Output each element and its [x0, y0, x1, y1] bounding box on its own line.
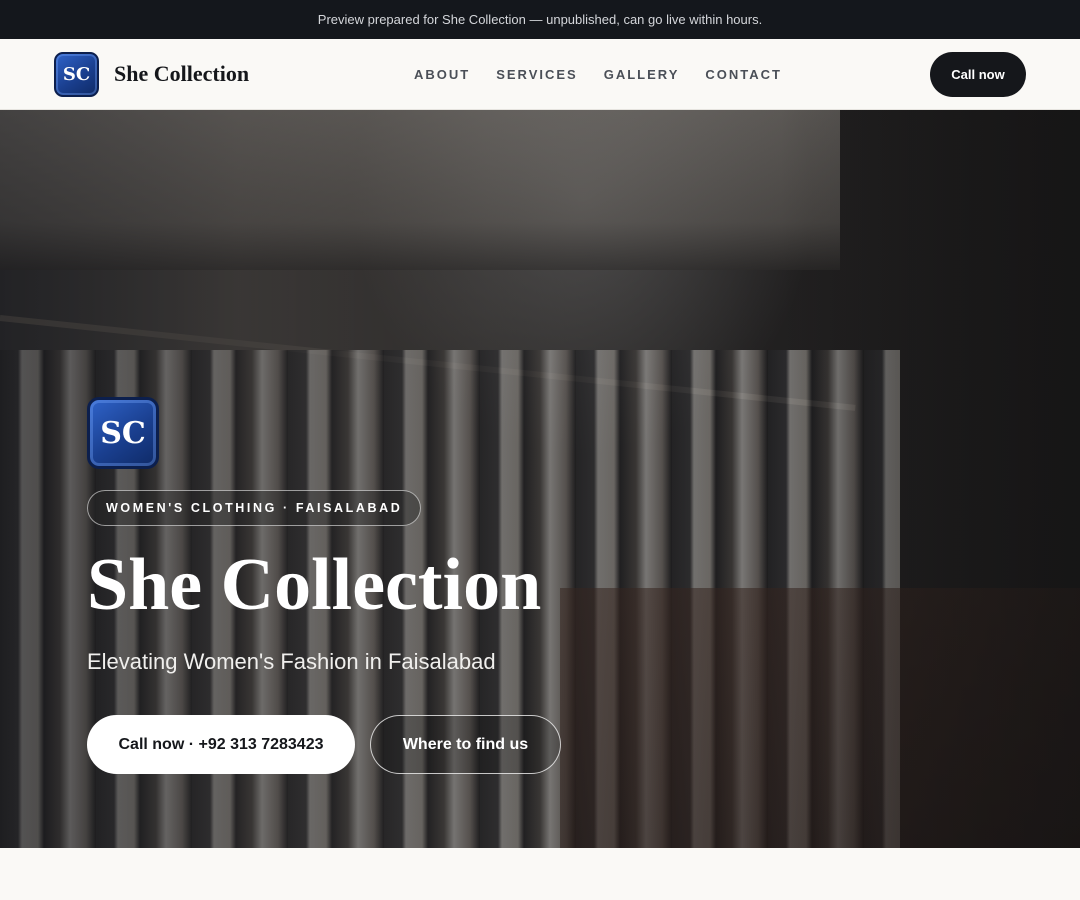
brand[interactable]: SC She Collection [54, 51, 250, 97]
nav-item-gallery[interactable]: GALLERY [604, 67, 680, 82]
hero-category-tag: WOMEN'S CLOTHING · FAISALABAD [87, 490, 422, 526]
hero-actions: Call now · +92 313 7283423 Where to find… [87, 715, 561, 774]
nav-item-contact[interactable]: CONTACT [705, 67, 782, 82]
nav-item-services[interactable]: SERVICES [496, 67, 578, 82]
brand-name: She Collection [114, 61, 250, 86]
preview-banner: Preview prepared for She Collection — un… [0, 0, 1080, 39]
call-now-button[interactable]: Call now · +92 313 7283423 [87, 715, 355, 774]
site-header: SC She Collection ABOUT SERVICES GALLERY… [0, 39, 1080, 110]
hero-content: SC WOMEN'S CLOTHING · FAISALABAD She Col… [87, 397, 561, 774]
hero-section: SC WOMEN'S CLOTHING · FAISALABAD She Col… [0, 110, 1080, 848]
find-us-button[interactable]: Where to find us [370, 715, 561, 774]
nav-item-about[interactable]: ABOUT [414, 67, 470, 82]
preview-banner-text: Preview prepared for She Collection — un… [317, 12, 763, 27]
hero-subtitle: Elevating Women's Fashion in Faisalabad [87, 649, 496, 674]
header-call-button[interactable]: Call now [930, 52, 1026, 97]
hero-title: She Collection [87, 544, 542, 626]
hero-logo: SC [87, 397, 159, 469]
main-nav: ABOUT SERVICES GALLERY CONTACT [414, 39, 782, 110]
brand-logo: SC [54, 51, 99, 97]
